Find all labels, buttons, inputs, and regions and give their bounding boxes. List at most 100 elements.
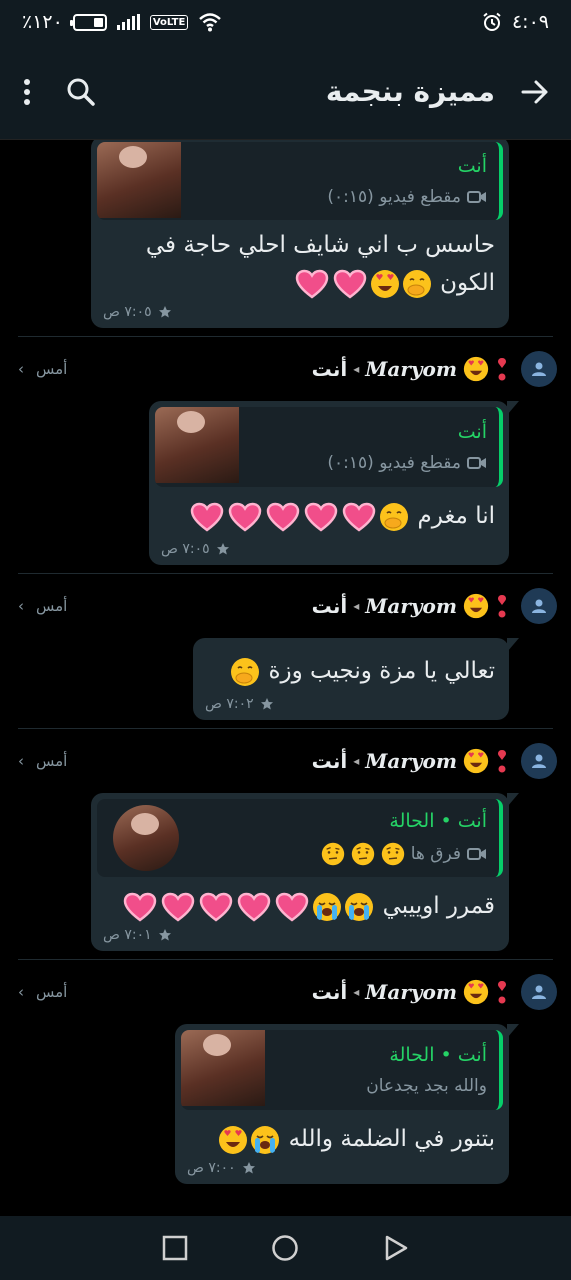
home-button-icon[interactable] [271,1234,299,1262]
message-header[interactable]: ‹ أمس أنت ◂ Maryom [0,960,571,1024]
avatar[interactable] [521,351,557,387]
avatar[interactable] [521,743,557,779]
message-header[interactable]: ‹ أمس أنت ◂ Maryom [0,729,571,793]
list-item[interactable]: تعالي يا مزة ونجيب وزة ٧:٠٢ ص [0,638,571,720]
message-text: انا مغرم [155,487,503,535]
message-bubble[interactable]: أنت مقطع فيديو (٠:١٥) انا مغرم ٧:٠٥ ص [149,401,519,565]
arrow-right-icon[interactable] [521,79,549,105]
pink-heart-emoji-icon [228,502,262,532]
chevron-left-icon: ‹ [18,983,24,1001]
video-icon [467,847,487,861]
message-meta: ٧:٠٥ ص [97,304,503,320]
star-icon [158,305,172,319]
message-meta: ٧:٠١ ص [97,927,503,943]
heart-exclamation-emoji-icon [495,593,509,619]
video-icon [467,190,487,204]
direction-arrow-icon: ◂ [353,985,360,999]
chevron-left-icon: ‹ [18,360,24,378]
quoted-status[interactable]: أنت • الحالة فرق ها [97,799,503,877]
list-item[interactable]: أنت • الحالة فرق ها قمرر اوييبي ٧:٠١ ص [0,793,571,951]
message-bubble[interactable]: أنت مقطع فيديو (٠:١٥) حاسس ب اني شايف اح… [91,140,509,328]
message-bubble[interactable]: تعالي يا مزة ونجيب وزة ٧:٠٢ ص [193,638,519,720]
direction-arrow-icon: ◂ [353,599,360,613]
avatar[interactable] [521,974,557,1010]
search-icon[interactable] [66,77,96,107]
system-nav-bar [0,1216,571,1280]
quote-subtitle: والله بجد يجدعان [366,1076,487,1096]
chevron-left-icon: ‹ [18,597,24,615]
back-button-icon[interactable] [383,1234,409,1262]
person-icon [529,359,549,379]
avatar[interactable] [521,588,557,624]
quoted-status[interactable]: أنت • الحالة والله بجد يجدعان [181,1030,503,1110]
list-item[interactable]: أنت • الحالة والله بجد يجدعان بتنور في ا… [0,1024,571,1184]
more-vertical-icon[interactable] [22,78,32,106]
sender-line: أنت ◂ Maryom [312,593,509,619]
message-header[interactable]: ‹ أمس أنت ◂ Maryom [0,337,571,401]
message-time: ٧:٠٥ ص [103,304,152,320]
quote-title: أنت • الحالة [389,810,487,832]
recents-button-icon[interactable] [162,1235,188,1261]
quoted-message[interactable]: أنت مقطع فيديو (٠:١٥) [155,407,503,487]
pink-heart-emoji-icon [199,892,233,922]
message-header-sender: أنت ◂ Maryom [312,351,557,387]
list-item[interactable]: أنت مقطع فيديو (٠:١٥) حاسس ب اني شايف اح… [0,140,571,328]
pink-heart-emoji-icon [295,269,329,299]
quote-subtitle-text: فرق ها [410,844,461,864]
quoted-message[interactable]: أنت مقطع فيديو (٠:١٥) [97,142,503,220]
message-text: قمرر اوييبي [97,877,503,925]
message-time: ٧:٠١ ص [103,927,152,943]
sender-name: Maryom [365,749,457,773]
message-bubble[interactable]: أنت • الحالة فرق ها قمرر اوييبي ٧:٠١ ص [91,793,519,951]
pink-heart-emoji-icon [304,502,338,532]
message-text-body: تعالي يا مزة ونجيب وزة [268,658,495,684]
heart-eyes-emoji-icon [463,979,489,1005]
heart-eyes-emoji-icon [463,356,489,382]
message-header-sender: أنت ◂ Maryom [312,743,557,779]
app-bar: مميزة بنجمة [0,44,571,140]
date-label: أمس [36,983,68,1001]
message-text-body: انا مغرم [417,503,495,529]
message-header[interactable]: ‹ أمس أنت ◂ Maryom [0,574,571,638]
quote-text: أنت • الحالة فرق ها [309,799,499,877]
pink-heart-emoji-icon [190,502,224,532]
video-thumbnail [97,142,181,218]
status-right: ٤:٠٩ [482,11,549,33]
heart-exclamation-emoji-icon [495,748,509,774]
app-bar-actions [22,77,96,107]
quote-subtitle: مقطع فيديو (٠:١٥) [327,187,487,207]
message-header-date: ‹ أمس [18,597,67,615]
pink-heart-emoji-icon [123,892,157,922]
star-icon [242,1161,256,1175]
pink-heart-emoji-icon [266,502,300,532]
list-item[interactable]: أنت مقطع فيديو (٠:١٥) انا مغرم ٧:٠٥ ص [0,401,571,565]
quote-subtitle-text: مقطع فيديو (٠:١٥) [327,187,461,207]
heart-eyes-emoji-icon [463,748,489,774]
message-bubble[interactable]: أنت • الحالة والله بجد يجدعان بتنور في ا… [175,1024,519,1184]
recipient-label: أنت [311,594,348,618]
page-title: مميزة بنجمة [325,75,495,108]
heart-eyes-emoji-icon [463,593,489,619]
star-icon [158,928,172,942]
title-wrap: مميزة بنجمة [326,75,549,108]
quote-title: أنت [457,421,487,443]
message-text-body: بتنور في الضلمة والله [288,1126,495,1152]
date-label: أمس [36,360,68,378]
battery-percent: ٪١٢٠ [22,11,63,33]
quote-text: أنت مقطع فيديو (٠:١٥) [315,142,499,220]
shushing-face-emoji-icon [379,502,409,532]
video-thumbnail [155,407,239,483]
sender-line: أنت ◂ Maryom [312,748,509,774]
quote-text: أنت مقطع فيديو (٠:١٥) [315,407,499,487]
status-thumbnail [113,805,179,871]
pink-heart-emoji-icon [333,269,367,299]
quote-title: أنت • الحالة [389,1044,487,1066]
heart-exclamation-emoji-icon [495,979,509,1005]
alarm-icon [483,12,501,31]
date-label: أمس [36,597,68,615]
message-time: ٧:٠٠ ص [187,1160,236,1176]
recipient-label: أنت [311,357,348,381]
person-icon [529,751,549,771]
starred-messages-list[interactable]: أنت مقطع فيديو (٠:١٥) حاسس ب اني شايف اح… [0,140,571,1216]
message-meta: ٧:٠٢ ص [199,696,503,712]
